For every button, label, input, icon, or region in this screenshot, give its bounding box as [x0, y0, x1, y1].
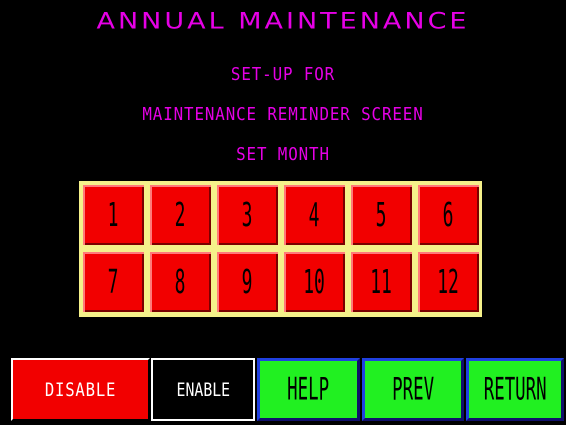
- enable-label: ENABLE: [176, 378, 230, 401]
- subtitle-reminder: MAINTENANCE REMINDER SCREEN: [142, 104, 424, 125]
- month-label-6: 6: [443, 195, 454, 235]
- help-label: HELP: [287, 371, 330, 408]
- month-label-11: 11: [370, 262, 393, 302]
- month-button-7[interactable]: 7: [83, 252, 144, 312]
- month-button-2[interactable]: 2: [150, 185, 211, 245]
- month-button-9[interactable]: 9: [217, 252, 278, 312]
- subtitle-setup: SET-UP FOR: [230, 64, 336, 85]
- hmi-screen: ANNUAL MAINTENANCE SET-UP FOR MAINTENANC…: [0, 0, 566, 425]
- month-button-11[interactable]: 11: [351, 252, 412, 312]
- month-label-10: 10: [303, 262, 326, 302]
- month-label-4: 4: [309, 195, 320, 235]
- month-label-2: 2: [175, 195, 186, 235]
- prev-button[interactable]: PREV: [362, 358, 464, 421]
- return-button[interactable]: RETURN: [466, 358, 564, 421]
- page-title: ANNUAL MAINTENANCE: [96, 8, 470, 35]
- month-label-1: 1: [108, 195, 119, 235]
- enable-button[interactable]: ENABLE: [151, 358, 255, 421]
- help-button[interactable]: HELP: [257, 358, 360, 421]
- month-grid: 1 2 3 4 5 6 7 8 9 10 11 12: [79, 181, 482, 317]
- month-button-6[interactable]: 6: [418, 185, 479, 245]
- subtitle-set-month: SET MONTH: [236, 144, 330, 165]
- month-button-10[interactable]: 10: [284, 252, 345, 312]
- disable-button[interactable]: DISABLE: [11, 358, 150, 421]
- month-label-7: 7: [108, 262, 119, 302]
- month-label-12: 12: [437, 262, 460, 302]
- month-button-5[interactable]: 5: [351, 185, 412, 245]
- month-button-3[interactable]: 3: [217, 185, 278, 245]
- return-label: RETURN: [483, 371, 547, 408]
- month-label-9: 9: [242, 262, 253, 302]
- prev-label: PREV: [392, 371, 434, 408]
- month-button-8[interactable]: 8: [150, 252, 211, 312]
- month-button-12[interactable]: 12: [418, 252, 479, 312]
- month-button-4[interactable]: 4: [284, 185, 345, 245]
- disable-label: DISABLE: [44, 378, 117, 401]
- month-label-5: 5: [376, 195, 387, 235]
- month-button-1[interactable]: 1: [83, 185, 144, 245]
- month-label-3: 3: [242, 195, 253, 235]
- month-label-8: 8: [175, 262, 186, 302]
